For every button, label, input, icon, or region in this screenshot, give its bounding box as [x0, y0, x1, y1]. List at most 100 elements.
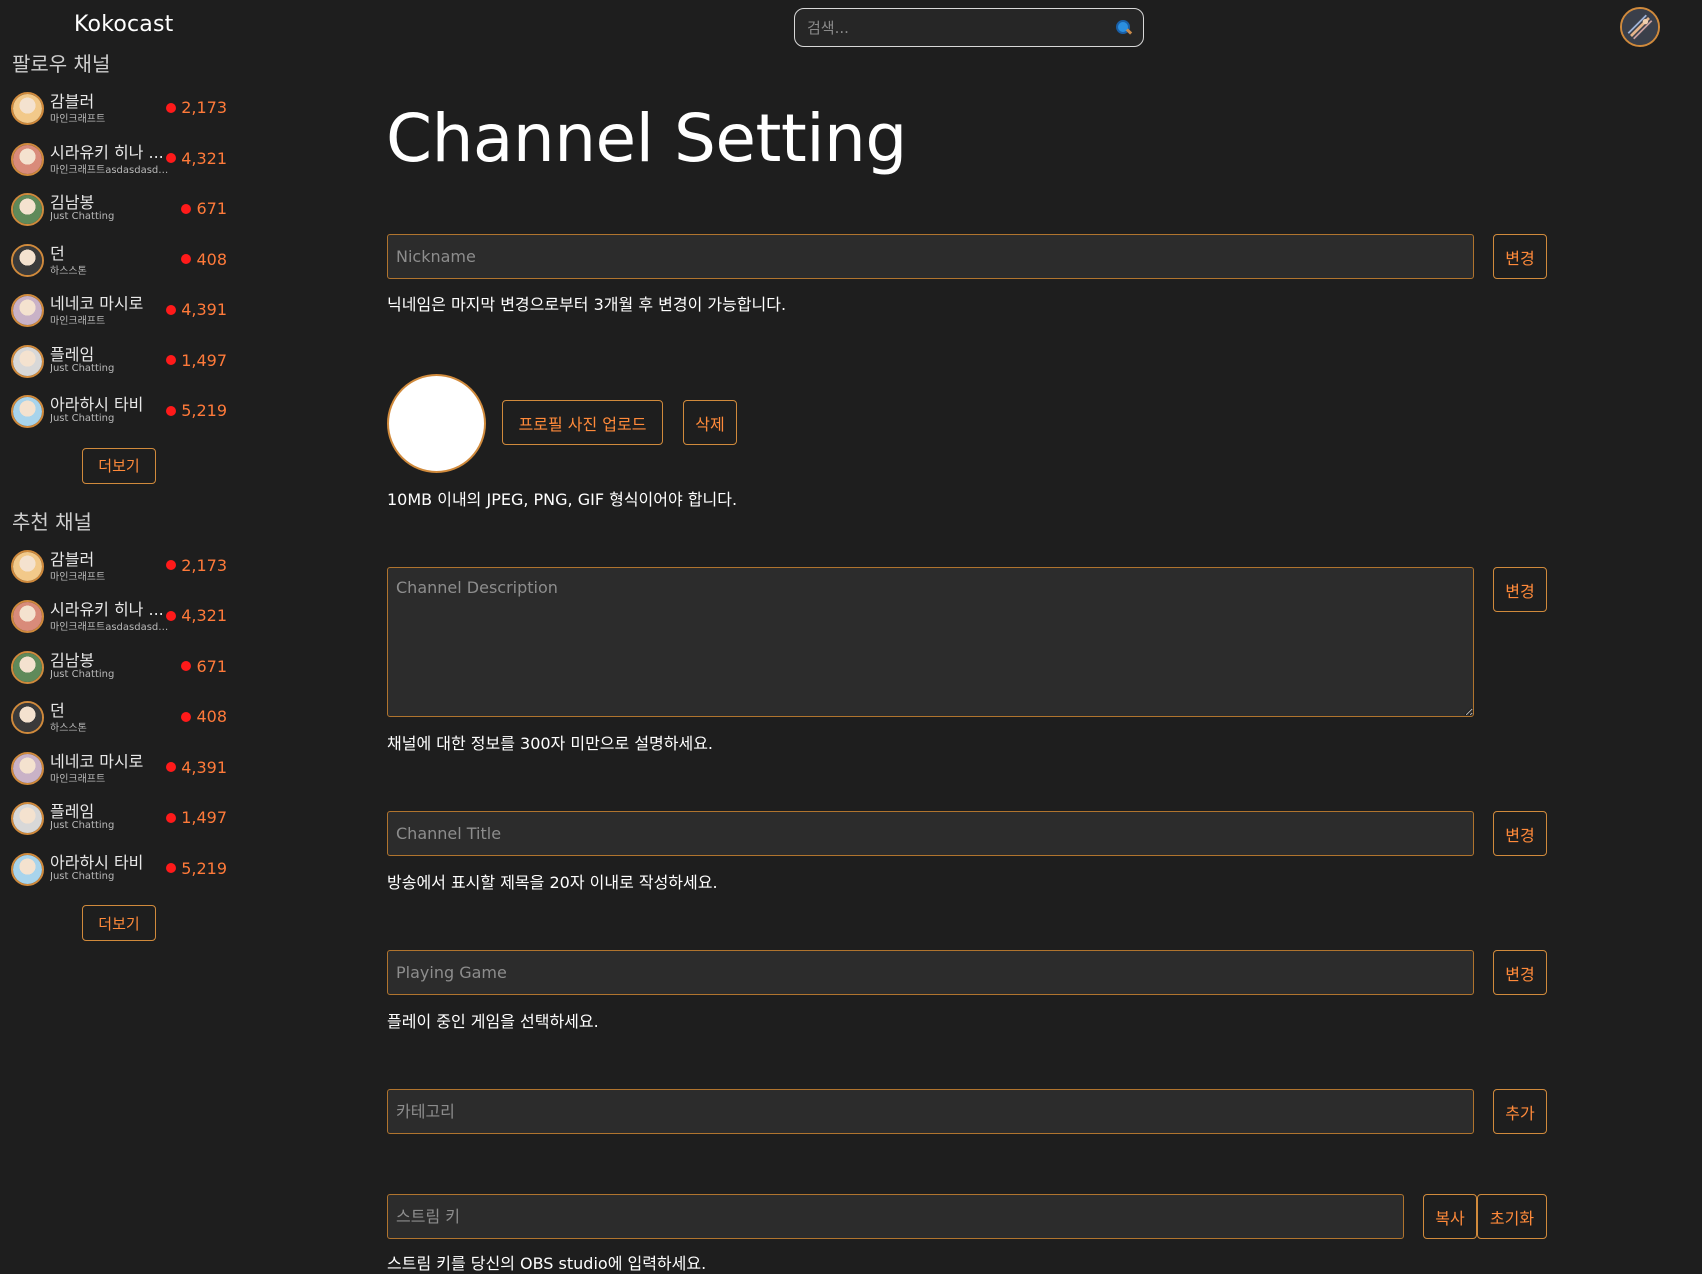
- channel-name: 시라유키 히나 ...: [50, 600, 164, 619]
- live-dot-icon: [181, 661, 192, 671]
- followed-channels-title: 팔로우 채널: [12, 52, 111, 76]
- channel-title-hint: 방송에서 표시할 제목을 20자 이내로 작성하세요.: [387, 873, 718, 892]
- channel-name: 김남봉: [50, 193, 95, 212]
- viewer-count-value: 671: [196, 199, 227, 218]
- channel-item[interactable]: 플레임 Just Chatting 1,497: [0, 337, 238, 388]
- channel-item[interactable]: 시라유키 히나 ... 마인크래프트asdasdasda... 4,321: [0, 592, 238, 643]
- recommended-channel-list: 감블러 마인크래프트 2,173 시라유키 히나 ... 마인크래프트asdasdasd…: [0, 542, 238, 896]
- followed-channel-list: 감블러 마인크래프트 2,173 시라유키 히나 ... 마인크래프트asdasdasd…: [0, 84, 238, 438]
- user-avatar[interactable]: [1620, 7, 1660, 47]
- channel-category: 하스스톤: [50, 723, 87, 734]
- description-hint: 채널에 대한 정보를 300자 미만으로 설명하세요.: [387, 734, 714, 753]
- channel-item[interactable]: 플레임 Just Chatting 1,497: [0, 794, 238, 845]
- viewer-count-value: 2,173: [181, 555, 227, 575]
- channel-avatar: [11, 344, 44, 378]
- channel-category: Just Chatting: [50, 820, 115, 831]
- viewer-count: 408: [181, 250, 227, 269]
- search-bar[interactable]: [794, 8, 1144, 47]
- channel-avatar: [11, 92, 44, 125]
- stream-key-hint: 스트림 키를 당신의 OBS studio에 입력하세요.: [387, 1254, 707, 1273]
- description-change-button[interactable]: 변경: [1493, 567, 1547, 612]
- channel-name: 아라하시 타비: [50, 395, 144, 414]
- channel-title-change-button[interactable]: 변경: [1493, 811, 1547, 856]
- channel-title-input[interactable]: [387, 811, 1474, 856]
- viewer-count: 4,391: [166, 758, 227, 777]
- channel-description-textarea[interactable]: [387, 567, 1474, 717]
- viewer-count-value: 408: [196, 707, 227, 726]
- channel-name: 네네코 마시로: [50, 294, 144, 313]
- channel-avatar: [11, 802, 44, 835]
- channel-avatar: [11, 852, 44, 886]
- playing-game-change-button[interactable]: 변경: [1493, 950, 1547, 995]
- user-avatar-icon: [1622, 9, 1658, 45]
- category-add-button[interactable]: 추가: [1493, 1089, 1547, 1134]
- channel-avatar: [11, 701, 44, 734]
- channel-name: 네네코 마시로: [50, 751, 144, 771]
- live-dot-icon: [166, 102, 177, 113]
- followed-more-button[interactable]: 더보기: [82, 447, 156, 484]
- channel-category: 마인크래프트: [50, 773, 106, 785]
- live-dot-icon: [166, 863, 177, 873]
- channel-item[interactable]: 네네코 마시로마인크래프트 4,391: [0, 744, 238, 795]
- viewer-count-value: 1,497: [181, 350, 227, 370]
- live-dot-icon: [181, 203, 192, 214]
- channel-name: 감블러: [50, 92, 95, 111]
- channel-item[interactable]: 아라하시 타비 Just Chatting 5,219: [0, 387, 238, 438]
- live-dot-icon: [166, 304, 177, 315]
- channel-item[interactable]: 감블러 마인크래프트 2,173: [0, 84, 238, 135]
- nickname-input[interactable]: [387, 234, 1474, 279]
- live-dot-icon: [166, 812, 177, 823]
- channel-avatar: [11, 395, 44, 428]
- viewer-count: 2,173: [166, 556, 227, 575]
- channel-category: 마인크래프트asdasdasda...: [50, 164, 170, 176]
- channel-avatar: [11, 294, 44, 327]
- live-dot-icon: [166, 762, 177, 772]
- viewer-count-value: 5,219: [181, 858, 227, 878]
- channel-category: Just Chatting: [50, 870, 115, 882]
- channel-category: Just Chatting: [50, 362, 115, 374]
- channel-item[interactable]: 아라하시 타비 Just Chatting 5,219: [0, 845, 238, 896]
- live-dot-icon: [166, 610, 177, 621]
- viewer-count-value: 4,321: [181, 148, 227, 168]
- channel-avatar: [11, 142, 44, 176]
- stream-key-reset-button[interactable]: 초기화: [1477, 1194, 1547, 1239]
- profile-delete-button[interactable]: 삭제: [683, 400, 737, 445]
- channel-category: 마인크래프트asdasdasda...: [50, 622, 170, 633]
- stream-key-copy-button[interactable]: 복사: [1423, 1194, 1477, 1239]
- channel-item[interactable]: 김남봉 Just Chatting 671: [0, 185, 238, 236]
- channel-category: 마인크래프트: [50, 114, 106, 125]
- channel-item[interactable]: 네네코 마시로 마인크래프트 4,391: [0, 286, 238, 337]
- channel-category: 하스스톤: [50, 265, 87, 277]
- channel-item[interactable]: 김남봉 Just Chatting 671: [0, 643, 238, 694]
- channel-item[interactable]: 던하스스톤 408: [0, 236, 238, 287]
- app-logo[interactable]: Kokocast: [74, 12, 173, 37]
- channel-item[interactable]: 감블러 마인크래프트 2,173: [0, 542, 238, 593]
- live-dot-icon: [166, 355, 177, 365]
- channel-category: 마인크래프트: [50, 316, 106, 327]
- channel-category: Just Chatting: [50, 413, 115, 424]
- channel-name: 던: [50, 243, 65, 263]
- channel-category: Just Chatting: [50, 211, 115, 222]
- channel-name: 플레임: [50, 344, 95, 364]
- search-input[interactable]: [805, 17, 1115, 38]
- channel-item[interactable]: 시라유키 히나 ... 마인크래프트asdasdasda... 4,321: [0, 135, 238, 186]
- playing-game-input[interactable]: [387, 950, 1474, 995]
- channel-avatar: [11, 243, 44, 277]
- live-dot-icon: [166, 153, 177, 163]
- viewer-count-value: 4,321: [181, 606, 227, 625]
- channel-name: 던: [50, 701, 65, 720]
- nickname-change-button[interactable]: 변경: [1493, 234, 1547, 279]
- search-icon[interactable]: [1115, 19, 1133, 37]
- channel-category: 마인크래프트: [50, 571, 106, 583]
- playing-game-hint: 플레이 중인 게임을 선택하세요.: [387, 1012, 599, 1031]
- category-input[interactable]: [387, 1089, 1474, 1134]
- live-dot-icon: [166, 560, 177, 570]
- profile-upload-button[interactable]: 프로필 사진 업로드: [502, 400, 663, 445]
- recommended-more-button[interactable]: 더보기: [82, 905, 156, 941]
- channel-item[interactable]: 던하스스톤 408: [0, 693, 238, 744]
- channel-avatar: [11, 600, 44, 633]
- stream-key-input[interactable]: [387, 1194, 1404, 1239]
- viewer-count: 671: [181, 199, 227, 218]
- channel-avatar: [11, 193, 44, 226]
- profile-image-preview: [387, 374, 486, 473]
